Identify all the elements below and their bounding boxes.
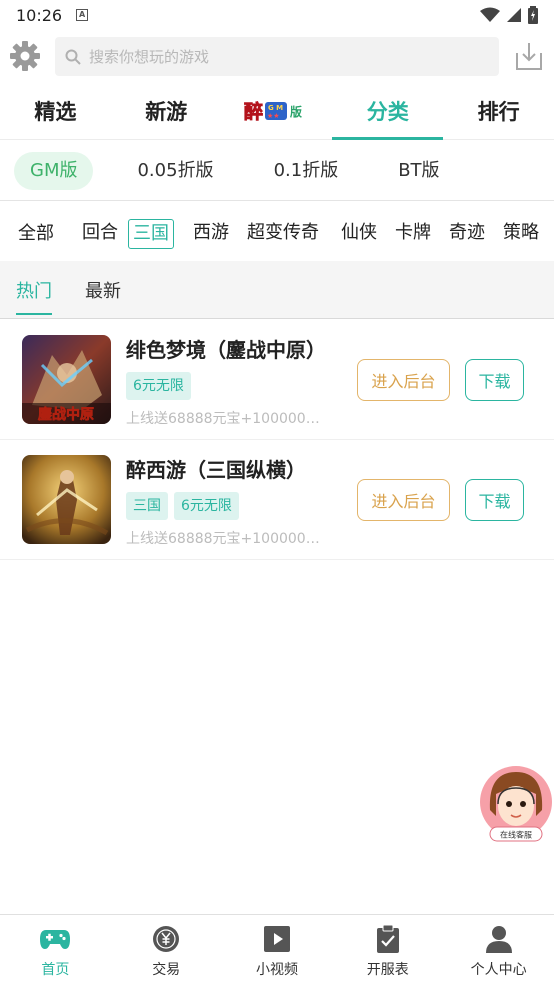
category-item[interactable]: 回合 xyxy=(78,219,122,249)
subtab-005[interactable]: 0.05折版 xyxy=(121,152,229,190)
game-title[interactable]: 绯色梦境（鏖战中原） xyxy=(126,334,326,363)
sort-hot[interactable]: 热门 xyxy=(16,277,52,315)
svg-text:版: 版 xyxy=(290,104,302,119)
game-tag: 三国 xyxy=(126,492,168,520)
person-icon xyxy=(485,926,512,953)
nav-label: 小视频 xyxy=(255,962,298,978)
svg-text:★★: ★★ xyxy=(267,112,280,120)
status-a-icon: A xyxy=(76,9,89,21)
nav-label: 开服表 xyxy=(366,962,409,978)
sort-latest[interactable]: 最新 xyxy=(85,277,121,303)
nav-trade[interactable]: 交易 xyxy=(111,915,222,984)
nav-label: 个人中心 xyxy=(470,962,527,978)
customer-service-avatar-icon: 在线客服 xyxy=(480,766,552,842)
battery-icon xyxy=(528,6,538,24)
game-row[interactable]: 鏖战中原 绯色梦境（鏖战中原） 6元无限 上线送68888元宝+100000绑元… xyxy=(0,320,554,440)
game-tag: 6元无限 xyxy=(174,492,239,520)
subtab-bt[interactable]: BT版 xyxy=(382,152,455,190)
status-icons xyxy=(480,6,538,24)
nav-label: 交易 xyxy=(152,962,181,978)
main-tabs: 精选 新游 醉 G M ★★ 版 分类 排行 xyxy=(0,82,554,140)
category-item[interactable]: 卡牌 xyxy=(391,219,435,249)
gear-icon[interactable] xyxy=(9,40,41,72)
nav-profile[interactable]: 个人中心 xyxy=(443,915,554,984)
game-description: 上线送68888元宝+100000绑元 xyxy=(126,411,328,427)
customer-service-button[interactable]: 在线客服 xyxy=(478,766,554,842)
nav-short-video[interactable]: 小视频 xyxy=(222,915,333,984)
game-tags: 6元无限 xyxy=(126,372,191,400)
enter-backend-button[interactable]: 进入后台 xyxy=(357,359,450,401)
category-row: 全部 回合 三国 西游 超变传奇 仙侠 卡牌 奇迹 策略 xyxy=(0,210,554,258)
nav-home[interactable]: 首页 xyxy=(0,915,111,984)
tab-ranking[interactable]: 排行 xyxy=(443,82,554,139)
game-row[interactable]: 醉西游（三国纵横） 三国 6元无限 上线送68888元宝+100000绑元 进入… xyxy=(0,440,554,560)
game-title[interactable]: 醉西游（三国纵横） xyxy=(126,454,326,483)
game-list: 鏖战中原 绯色梦境（鏖战中原） 6元无限 上线送68888元宝+100000绑元… xyxy=(0,320,554,560)
signal-icon xyxy=(507,8,521,22)
category-item-active[interactable]: 三国 xyxy=(128,219,174,249)
nav-server-list[interactable]: 开服表 xyxy=(332,915,443,984)
category-item[interactable]: 奇迹 xyxy=(445,219,489,249)
sort-tabs: 热门 最新 xyxy=(0,261,554,319)
search-icon xyxy=(65,49,81,65)
download-button[interactable]: 下载 xyxy=(465,359,524,401)
game-tag: 6元无限 xyxy=(126,372,191,400)
game-thumbnail[interactable]: 鏖战中原 xyxy=(22,335,111,424)
tab-new-games[interactable]: 新游 xyxy=(111,82,222,139)
nav-label: 首页 xyxy=(41,962,70,978)
subtab-gm[interactable]: GM版 xyxy=(14,151,94,190)
enter-backend-button[interactable]: 进入后台 xyxy=(357,479,450,521)
svg-text:G M: G M xyxy=(268,104,283,112)
tab-category[interactable]: 分类 xyxy=(332,82,443,140)
search-box[interactable] xyxy=(55,37,499,76)
tab-gm[interactable]: 醉 G M ★★ 版 xyxy=(222,82,333,139)
subtab-01[interactable]: 0.1折版 xyxy=(258,152,355,190)
search-row xyxy=(0,36,554,78)
game-thumbnail[interactable] xyxy=(22,455,111,544)
customer-service-label: 在线客服 xyxy=(500,830,532,840)
download-manager-icon[interactable] xyxy=(515,41,543,71)
thumbnail-caption: 鏖战中原 xyxy=(38,406,94,423)
category-item[interactable]: 策略 xyxy=(499,219,543,249)
svg-text:醉: 醉 xyxy=(244,100,263,123)
gm-logo-icon: 醉 G M ★★ 版 xyxy=(244,95,310,127)
version-tabs: GM版 0.05折版 0.1折版 BT版 xyxy=(0,141,554,201)
play-icon xyxy=(263,926,290,952)
category-item[interactable]: 西游 xyxy=(189,219,233,249)
category-item[interactable]: 仙侠 xyxy=(337,219,381,249)
search-input[interactable] xyxy=(89,47,469,66)
yen-icon xyxy=(153,926,180,952)
gamepad-icon xyxy=(40,930,71,949)
bottom-nav: 首页 交易 小视频 开服表 个人中心 xyxy=(0,914,554,984)
download-button[interactable]: 下载 xyxy=(465,479,524,521)
game-tags: 三国 6元无限 xyxy=(126,492,239,520)
status-time: 10:26 xyxy=(16,5,63,25)
tab-featured[interactable]: 精选 xyxy=(0,82,111,139)
wifi-icon xyxy=(480,7,500,22)
category-item[interactable]: 超变传奇 xyxy=(243,219,323,249)
clipboard-icon xyxy=(376,925,399,953)
status-bar: 10:26 A xyxy=(0,0,554,30)
category-all[interactable]: 全部 xyxy=(18,219,54,245)
game-description: 上线送68888元宝+100000绑元 xyxy=(126,531,328,547)
